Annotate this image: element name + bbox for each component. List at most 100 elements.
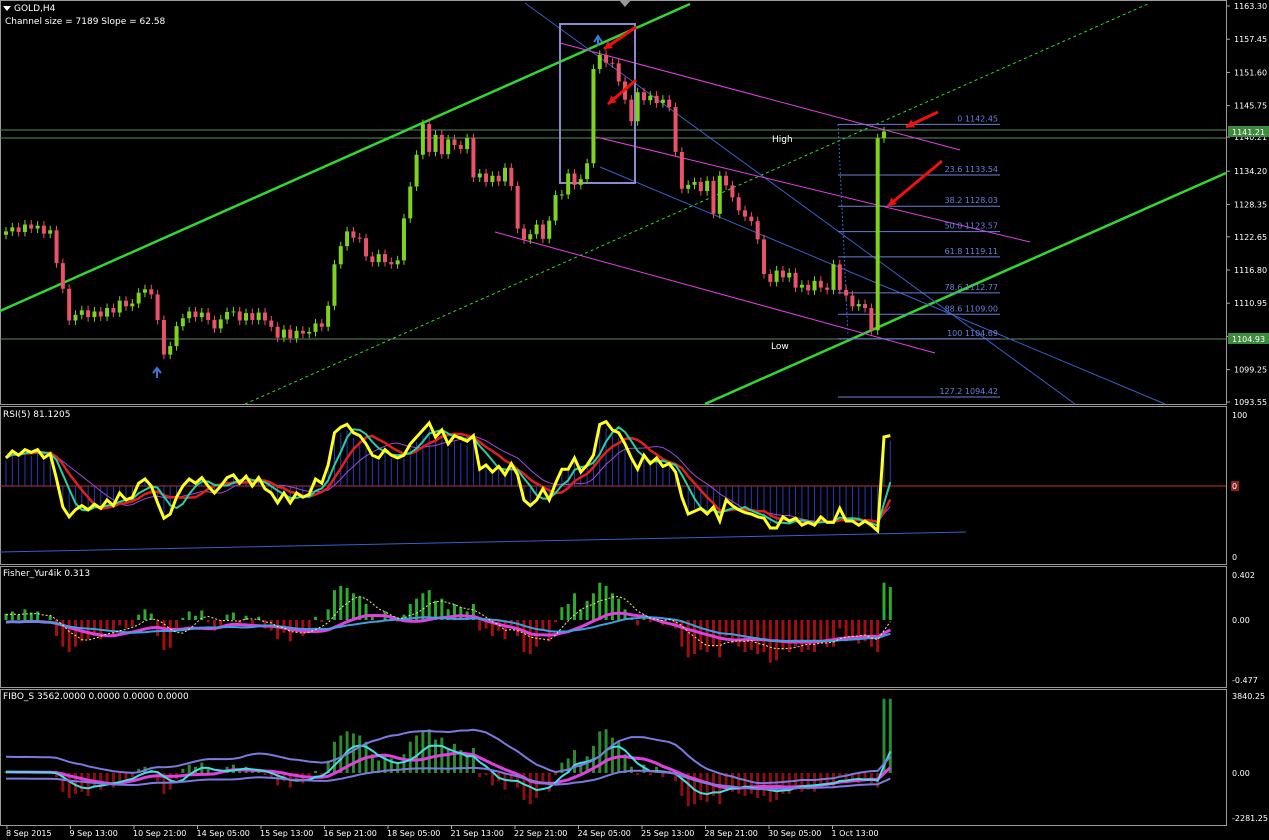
candle-body [288,329,293,339]
candle-body [863,304,868,309]
candle-body [427,124,432,152]
candle-body [768,273,773,282]
candle-body [395,260,400,265]
fisher-histogram-group [4,582,892,663]
candle-body [67,288,72,321]
candle-body [345,231,350,247]
candle-body [465,138,470,150]
fibo-histogram-group [4,698,892,807]
candle-body [749,216,754,222]
candle-body [319,323,324,327]
candle-body [818,280,823,288]
candle-body [446,139,451,155]
fibo-axis-label: -2281.25 [1232,814,1268,823]
candle-body [875,138,880,331]
time-axis-label: 8 Sep 2015 [6,829,52,838]
price-axis-label: 1116.80 [1234,266,1267,275]
fib-level-label: 127.2 1094.42 [939,387,998,396]
fib-level-label: 61.8 1119.11 [945,247,998,256]
candle-body [610,62,615,64]
fisher-axis-label: 0.402 [1232,571,1255,580]
candle-body [218,319,223,329]
time-axis-label: 15 Sep 13:00 [260,829,313,838]
candle-body [736,197,741,211]
candle-body [471,138,476,178]
rsi-mid-tag-label: 0 [1232,482,1237,491]
blue-regression-lower [599,166,1166,405]
time-axis-label: 28 Sep 21:00 [705,829,758,838]
channel-mid-line [244,2,1151,405]
candle-body [231,311,236,313]
candle-body [35,225,40,229]
candle-body [812,280,817,291]
candle-body [294,330,299,339]
candle-body [161,319,166,355]
candle-body [711,180,716,214]
fisher-panel-frame [0,566,1227,688]
candle-body [635,92,640,122]
scroll-marker-icon [619,0,631,7]
candle-body [300,330,305,334]
low-label: Low [771,342,789,352]
rsi-axis-label: 100 [1232,411,1247,420]
price-axis-label: 1151.60 [1234,68,1267,77]
candle-body [187,311,192,319]
candle-body [281,329,286,338]
fib-level-label: 78.6 1112.77 [945,283,998,292]
symbol-menu-icon[interactable] [3,6,11,11]
candle-body [149,289,154,295]
candle-body [174,326,179,347]
candle-body [22,224,27,232]
candle-body [414,154,419,187]
candle-body [41,225,46,234]
candle-body [351,231,356,238]
candle-body [553,195,558,221]
price-axis-label: 1134.20 [1234,167,1267,176]
candle-body [79,310,84,315]
candle-body [850,295,855,307]
candle-body [730,185,735,198]
candle-body [124,300,129,307]
candle-body [490,175,495,182]
candle-body [837,264,842,290]
candle-body [641,92,646,101]
time-axis-label: 14 Sep 05:00 [197,829,250,838]
candle-body [515,185,520,229]
candle-body [761,239,766,274]
candle-body [382,254,387,263]
candle-body [199,312,204,318]
time-axis-label: 1 Oct 13:00 [832,829,879,838]
highlight-box [559,23,636,184]
price-axis-label: 1163.30 [1234,2,1267,11]
candle-body [743,210,748,217]
candle-body [540,224,545,239]
candle-body [698,182,703,192]
candle-body [566,173,571,195]
fib-level-label: 100 1104.69 [947,329,998,338]
candle-body [130,303,135,307]
fib-level-label: 88.6 1109.00 [945,304,998,313]
candle-body [98,311,103,317]
candle-body [496,175,501,182]
current-price-tag-label: 1141.21 [1232,128,1265,137]
candle-body [142,289,147,293]
candle-body [326,305,331,327]
candle-body [705,180,710,192]
candle-body [376,254,381,263]
red-arrow-icon [887,159,943,208]
candle-body [364,238,369,257]
candle-body [262,312,267,321]
candle-body [86,310,91,318]
high-label: High [772,135,793,145]
candles-group [4,50,886,360]
price-axis-label: 1122.65 [1234,233,1267,242]
candle-body [869,308,874,331]
candle-body [679,151,684,189]
candle-body [597,54,602,70]
candle-body [338,246,343,265]
candle-body [793,272,798,288]
candle-body [433,134,438,152]
candle-body [585,163,590,180]
candle-body [250,313,255,320]
candle-body [534,224,539,235]
